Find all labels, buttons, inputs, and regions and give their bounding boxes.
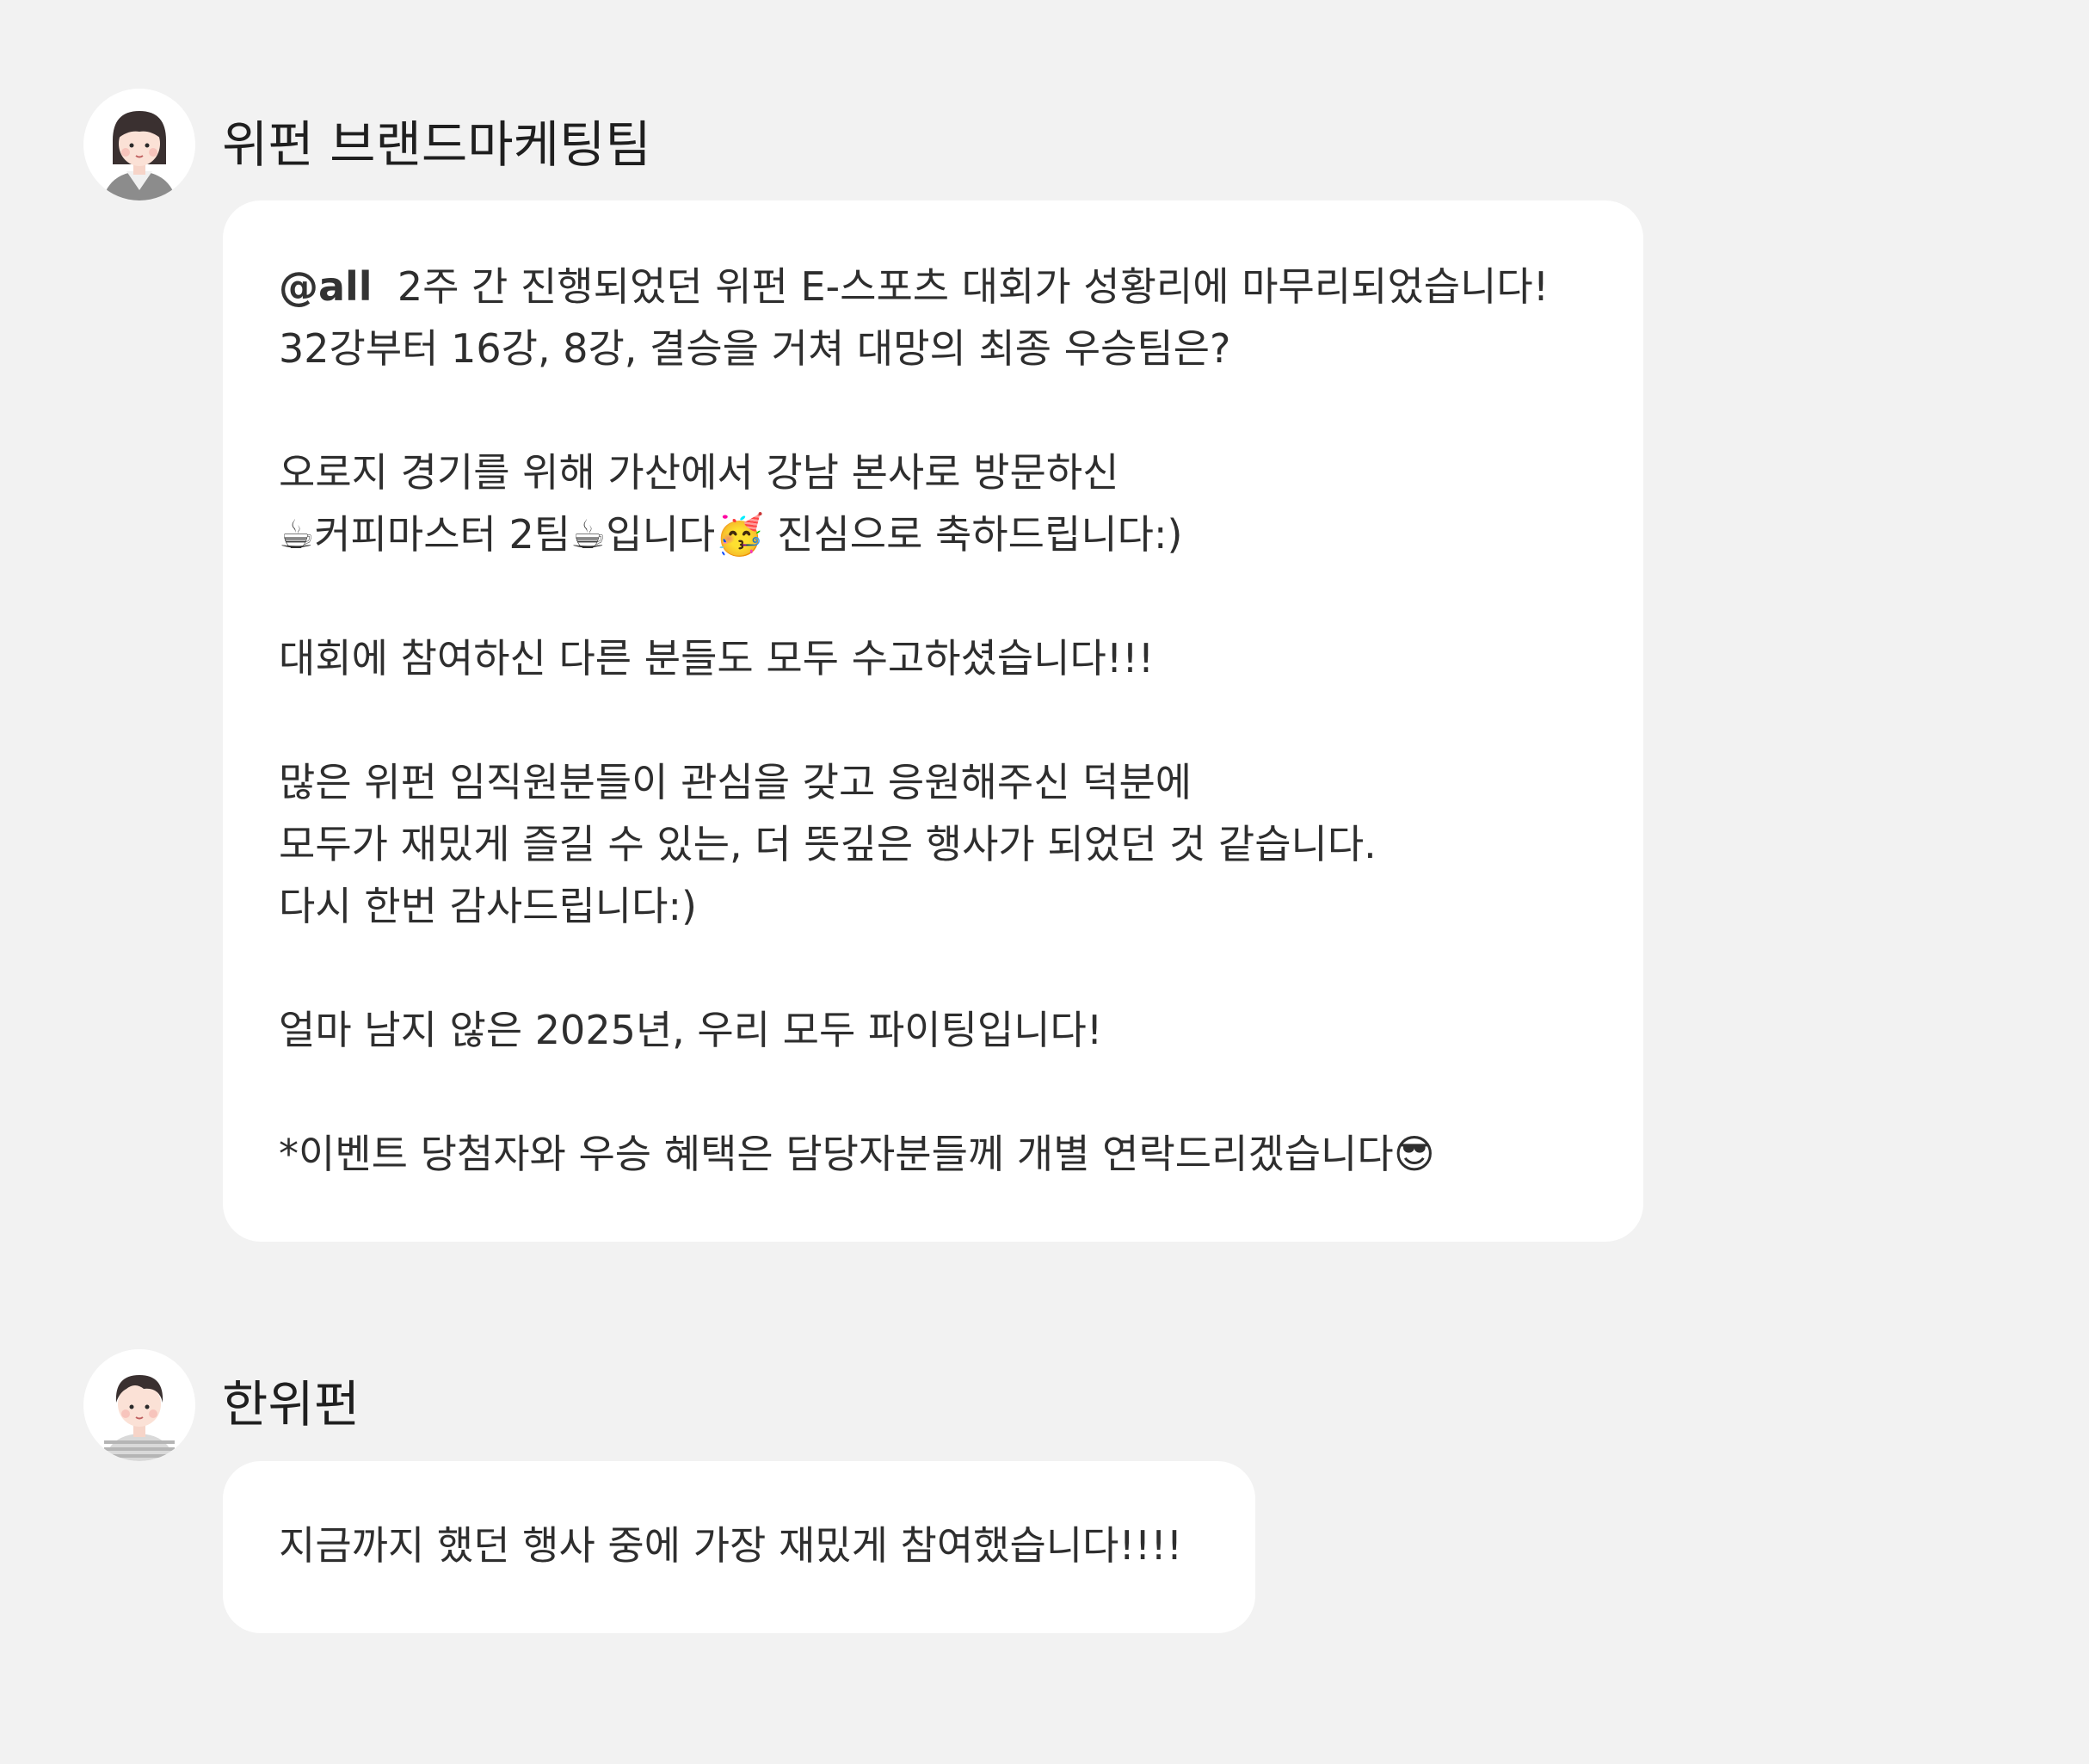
message-line: 다시 한번 감사드립니다:) [279,883,697,929]
message-line: @all 2주 간 진행되었던 위펀 E-스포츠 대회가 성황리에 마무리되었습… [279,263,1550,310]
message-bubble: 지금까지 했던 행사 중에 가장 재밌게 참여했습니다!!!! [223,1461,1255,1633]
message-line: 얼마 남지 않은 2025년, 우리 모두 파이팅입니다! [279,1007,1103,1053]
mention-tag[interactable]: @all [279,263,373,310]
woman-avatar-icon[interactable] [83,89,195,200]
chat-thread: 위펀 브랜드마케팅팀 @all 2주 간 진행되었던 위펀 E-스포츠 대회가 … [0,0,2089,1764]
message-line: *이벤트 당첨자와 우승 혜택은 담당자분들께 개별 연락드리겠습니다😎 [279,1131,1435,1177]
message-line: ☕커피마스터 2팀☕입니다🥳 진심으로 축하드립니다:) [279,511,1183,558]
message-line: 모두가 재밌게 즐길 수 있는, 더 뜻깊은 행사가 되었던 것 같습니다. [279,821,1377,867]
message-bubble: @all 2주 간 진행되었던 위펀 E-스포츠 대회가 성황리에 마무리되었습… [223,200,1643,1242]
sender-name: 위펀 브랜드마케팅팀 [222,115,651,174]
man-avatar-icon[interactable] [83,1349,195,1461]
sender-name: 한위펀 [222,1375,360,1434]
message-line: 지금까지 했던 행사 중에 가장 재밌게 참여했습니다!!!! [279,1522,1183,1569]
message-line: 대회에 참여하신 다른 분들도 모두 수고하셨습니다!!! [279,635,1155,682]
message-line: 32강부터 16강, 8강, 결승을 거쳐 대망의 최종 우승팀은? [279,325,1231,372]
message-line: 많은 위펀 임직원분들이 관심을 갖고 응원해주신 덕분에 [279,759,1192,805]
message-line: 오로지 경기를 위해 가산에서 강남 본사로 방문하신 [279,449,1119,496]
